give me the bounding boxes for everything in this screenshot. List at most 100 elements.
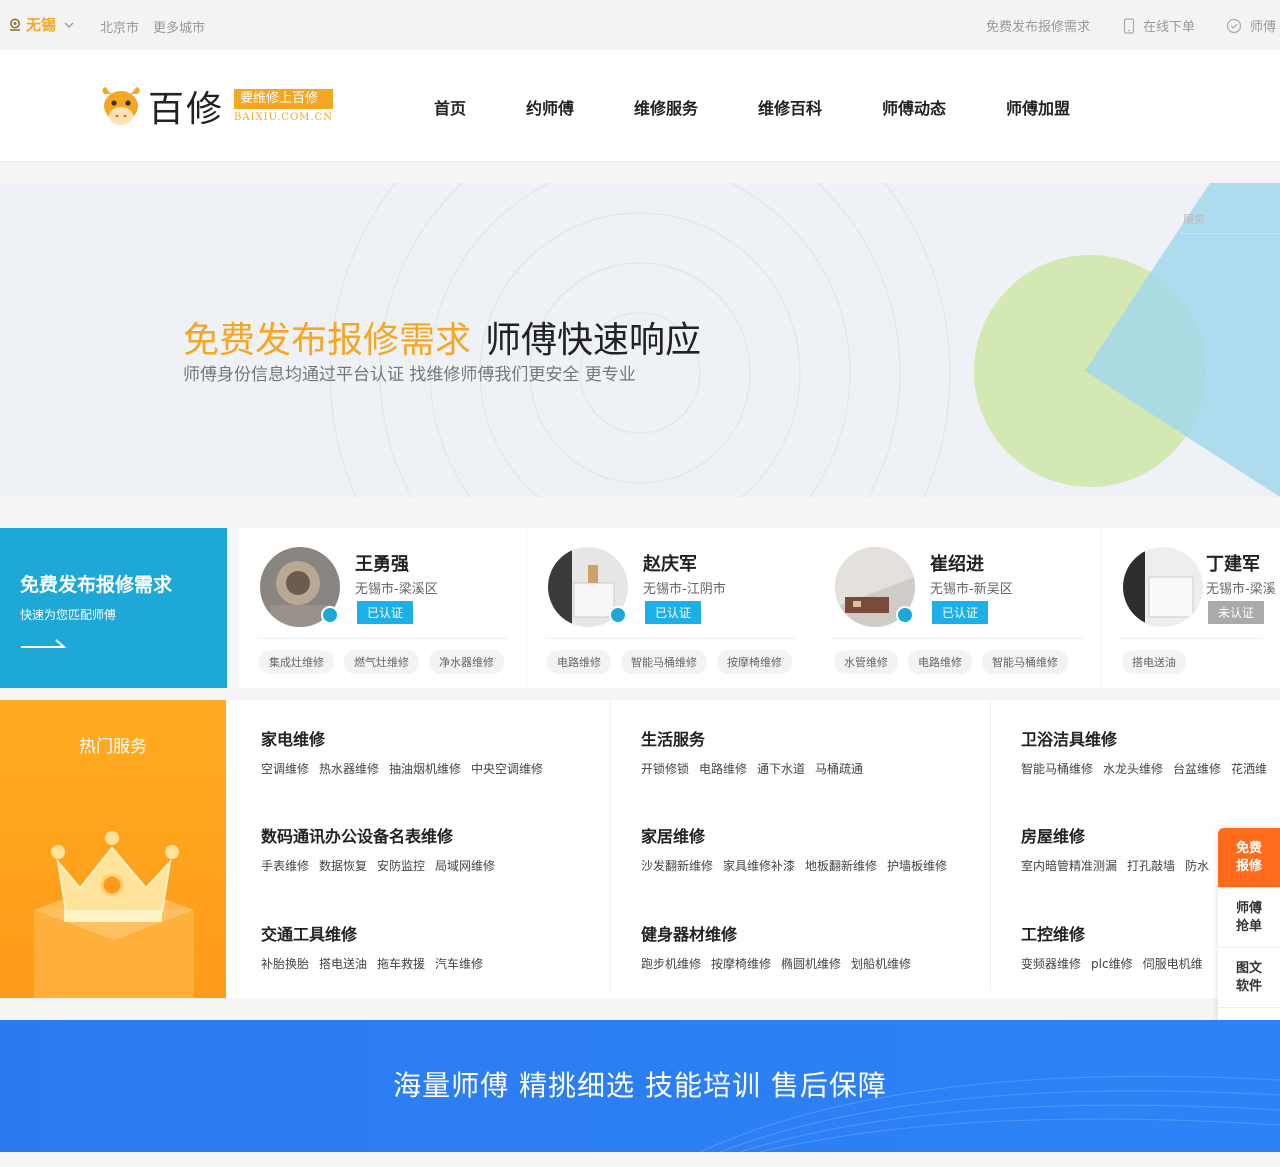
service-link[interactable]: 室内暗管精准测漏 — [1021, 857, 1117, 874]
service-group-title[interactable]: 交通工具维修 — [261, 921, 493, 945]
master-tags: 集成灶维修 燃气灶维修 净水器维修 — [259, 650, 514, 674]
free-repair-button[interactable]: 免费 报修 — [1218, 828, 1280, 888]
verified-shield-icon — [609, 606, 627, 624]
nav-book-master[interactable]: 约师傅 — [526, 95, 574, 119]
nav-master-news[interactable]: 师傅动态 — [882, 95, 946, 119]
online-order-link[interactable]: 在线下单 — [1123, 16, 1195, 35]
publish-card-title: 免费发布报修需求 — [20, 574, 173, 596]
service-group: 交通工具维修 补胎换胎 搭电送油 拖车救援 汽车维修 — [261, 921, 493, 972]
nav-repair-wiki[interactable]: 维修百科 — [758, 95, 822, 119]
service-link[interactable]: 手表维修 — [261, 857, 309, 874]
service-link[interactable]: 地板翻新维修 — [805, 857, 877, 874]
service-group-title[interactable]: 生活服务 — [641, 726, 873, 750]
city-link-beijing[interactable]: 北京市 — [100, 17, 139, 36]
service-link[interactable]: 空调维修 — [261, 760, 309, 777]
service-group-title[interactable]: 房屋维修 — [1021, 823, 1219, 847]
service-group-title[interactable]: 工控维修 — [1021, 921, 1213, 945]
service-tag[interactable]: 水管维修 — [834, 650, 898, 674]
logo-side: 要维修上百修 BAIXIU.COM.CN — [234, 89, 333, 123]
service-group-title[interactable]: 数码通讯办公设备名表维修 — [261, 823, 505, 847]
publish-request-link[interactable]: 免费发布报修需求 — [986, 16, 1090, 35]
service-link[interactable]: 护墙板维修 — [887, 857, 947, 874]
master-location: 无锡市-江阴市 — [643, 582, 726, 597]
service-link[interactable]: 台盆维修 — [1173, 760, 1221, 777]
service-link[interactable]: 智能马桶维修 — [1021, 760, 1093, 777]
master-name: 丁建军 — [1206, 554, 1260, 575]
master-link[interactable]: 师傅 — [1226, 16, 1276, 35]
service-link[interactable]: 水龙头维修 — [1103, 760, 1163, 777]
hero-banner[interactable]: 免费发布报修需求 师傅快速响应 师傅身份信息均通过平台认证 找维修师傅我们更安全 … — [0, 183, 1280, 497]
master-avatar — [1123, 547, 1203, 627]
card-divider — [257, 638, 508, 639]
service-link[interactable]: 划船机维修 — [851, 955, 911, 972]
service-tag[interactable]: 净水器维修 — [429, 650, 504, 674]
service-link[interactable]: 变频器维修 — [1021, 955, 1081, 972]
service-tag[interactable]: 电路维修 — [547, 650, 611, 674]
column-divider — [610, 700, 611, 990]
crown-icon — [34, 831, 194, 998]
master-card[interactable]: 丁建军 无锡市-梁溪 未认证 搭电送油 — [1102, 528, 1280, 688]
more-cities-link[interactable]: 更多城市 — [153, 17, 205, 36]
service-group-title[interactable]: 家电维修 — [261, 726, 553, 750]
service-group-title[interactable]: 卫浴洁具维修 — [1021, 726, 1277, 750]
master-card[interactable]: 王勇强 无锡市-梁溪区 已认证 集成灶维修 燃气灶维修 净水器维修 — [239, 528, 526, 688]
service-link[interactable]: 拖车救援 — [377, 955, 425, 972]
service-group: 房屋维修 室内暗管精准测漏 打孔敲墙 防水 — [1021, 823, 1219, 874]
site-header: 百修 要维修上百修 BAIXIU.COM.CN 首页 约师傅 维修服务 维修百科… — [0, 50, 1280, 162]
service-link[interactable]: 抽油烟机维修 — [389, 760, 461, 777]
service-link[interactable]: 伺服电机维 — [1143, 955, 1203, 972]
service-link[interactable]: 防水 — [1185, 857, 1209, 874]
service-link[interactable]: 家具维修补漆 — [723, 857, 795, 874]
service-link[interactable]: 搭电送油 — [319, 955, 367, 972]
graphic-software-button[interactable]: 图文 软件 — [1218, 948, 1280, 1008]
service-link[interactable]: 马桶疏通 — [815, 760, 863, 777]
service-link[interactable]: 椭圆机维修 — [781, 955, 841, 972]
service-link[interactable]: plc维修 — [1091, 955, 1133, 972]
service-tag[interactable]: 电路维修 — [908, 650, 972, 674]
service-link[interactable]: 汽车维修 — [435, 955, 483, 972]
online-order-label: 在线下单 — [1143, 20, 1196, 35]
service-link[interactable]: 数据恢复 — [319, 857, 367, 874]
service-group-title[interactable]: 健身器材维修 — [641, 921, 921, 945]
city-selector[interactable]: 无锡 — [8, 14, 74, 35]
service-tag[interactable]: 智能马桶维修 — [621, 650, 707, 674]
master-grab-order-button[interactable]: 师傅 抢单 — [1218, 888, 1280, 948]
service-link[interactable]: 补胎换胎 — [261, 955, 309, 972]
master-card[interactable]: 崔绍进 无锡市-新吴区 已认证 水管维修 电路维修 智能马桶维修 — [814, 528, 1101, 688]
service-group: 工控维修 变频器维修 plc维修 伺服电机维 — [1021, 921, 1213, 972]
location-pin-icon — [10, 18, 20, 31]
master-card[interactable]: 赵庆军 无锡市-江阴市 已认证 电路维修 智能马桶维修 按摩椅维修 — [527, 528, 814, 688]
master-location: 无锡市-新吴区 — [930, 582, 1013, 597]
service-tag[interactable]: 燃气灶维修 — [344, 650, 419, 674]
service-link[interactable]: 电路维修 — [699, 760, 747, 777]
master-location: 无锡市-梁溪区 — [355, 582, 438, 597]
banner-search-input[interactable]: 服务 — [1183, 211, 1205, 227]
service-link[interactable]: 通下水道 — [757, 760, 805, 777]
service-link[interactable]: 花洒维 — [1231, 760, 1267, 777]
service-link[interactable]: 打孔敲墙 — [1127, 857, 1175, 874]
publish-request-card[interactable]: 免费发布报修需求 快速为您匹配师傅 — [0, 528, 227, 688]
service-link[interactable]: 开锁修锁 — [641, 760, 689, 777]
site-logo[interactable]: 百修 要维修上百修 BAIXIU.COM.CN — [98, 80, 333, 132]
service-link[interactable]: 安防监控 — [377, 857, 425, 874]
banner-headline: 免费发布报修需求 师傅快速响应 — [183, 311, 701, 363]
nav-repair-services[interactable]: 维修服务 — [634, 95, 698, 119]
service-link[interactable]: 局域网维修 — [435, 857, 495, 874]
service-link[interactable]: 跑步机维修 — [641, 955, 701, 972]
phone-icon — [1123, 17, 1135, 34]
service-tag[interactable]: 集成灶维修 — [259, 650, 334, 674]
service-tag[interactable]: 按摩椅维修 — [717, 650, 792, 674]
service-link[interactable]: 沙发翻新维修 — [641, 857, 713, 874]
master-name: 崔绍进 — [930, 554, 984, 575]
service-tag[interactable]: 智能马桶维修 — [982, 650, 1068, 674]
service-group-title[interactable]: 家居维修 — [641, 823, 957, 847]
service-link[interactable]: 中央空调维修 — [471, 760, 543, 777]
logo-wordmark: 百修 — [148, 89, 225, 130]
card-divider — [832, 638, 1083, 639]
service-tag[interactable]: 搭电送油 — [1122, 650, 1186, 674]
top-bar: 无锡 北京市 更多城市 免费发布报修需求 在线下单 师傅 — [0, 0, 1280, 50]
nav-home[interactable]: 首页 — [434, 95, 466, 119]
service-link[interactable]: 按摩椅维修 — [711, 955, 771, 972]
service-link[interactable]: 热水器维修 — [319, 760, 379, 777]
nav-master-join[interactable]: 师傅加盟 — [1006, 95, 1070, 119]
